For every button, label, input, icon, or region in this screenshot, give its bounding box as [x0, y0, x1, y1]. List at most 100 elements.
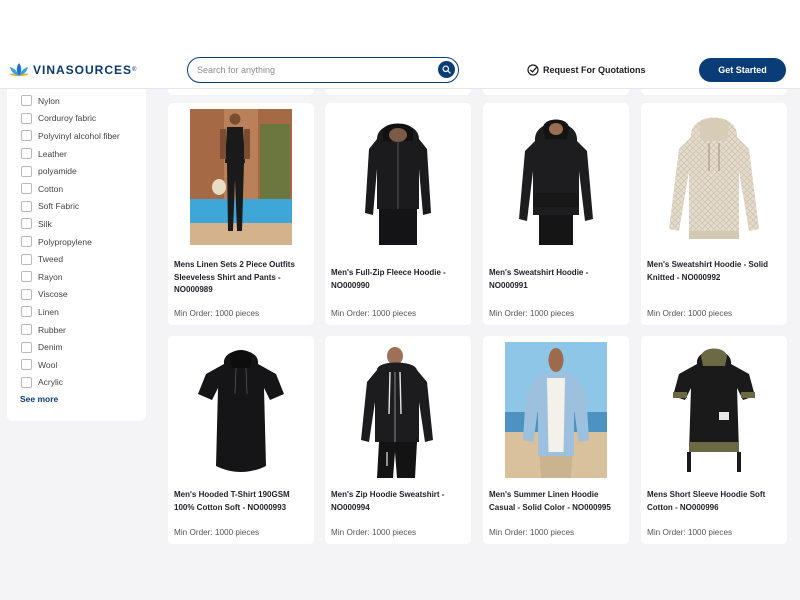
filter-checkbox[interactable] — [21, 253, 32, 265]
previous-card-bottom — [483, 89, 629, 95]
filter-item[interactable]: Rayon — [7, 268, 146, 286]
filter-item[interactable]: Viscose — [7, 286, 146, 304]
product-card[interactable]: Mens Short Sleeve Hoodie Soft Cotton - N… — [641, 336, 787, 544]
search-input[interactable] — [188, 60, 428, 80]
previous-card-bottom — [325, 89, 471, 95]
product-card[interactable]: Men's Hooded T-Shirt 190GSM 100% Cotton … — [168, 336, 314, 544]
search-bar — [187, 57, 459, 83]
filter-checkbox[interactable] — [21, 200, 32, 212]
product-title[interactable]: Men's Hooded T-Shirt 190GSM 100% Cotton … — [174, 489, 310, 514]
filter-item[interactable]: Nylon — [7, 92, 146, 110]
min-order: Min Order: 1000 pieces — [489, 309, 575, 318]
filter-label: Rayon — [38, 271, 63, 282]
filter-checkbox[interactable] — [21, 236, 32, 248]
filter-item[interactable]: Denim — [7, 338, 146, 356]
product-card[interactable]: Mens Linen Sets 2 Piece Outfits Sleevele… — [168, 103, 314, 325]
filter-item[interactable]: Wool — [7, 356, 146, 374]
brand-name: VINASOURCES — [33, 63, 133, 77]
filter-item[interactable]: Tweed — [7, 250, 146, 268]
filter-item[interactable]: Polypropylene — [7, 233, 146, 251]
min-order: Min Order: 1000 pieces — [489, 528, 575, 537]
filter-checkbox[interactable] — [21, 112, 32, 124]
pullover-hoodie-photo — [505, 109, 607, 245]
filter-checkbox[interactable] — [21, 271, 32, 283]
linen-hoodie-photo — [505, 342, 607, 478]
previous-card-bottom — [641, 89, 787, 95]
min-order: Min Order: 1000 pieces — [331, 528, 417, 537]
filter-checkbox[interactable] — [21, 306, 32, 318]
filter-label: Soft Fabric — [38, 201, 80, 212]
lotus-icon — [9, 63, 29, 76]
filter-checkbox[interactable] — [21, 359, 32, 371]
product-card[interactable]: Men's Summer Linen Hoodie Casual - Solid… — [483, 336, 629, 544]
filter-checkbox[interactable] — [21, 165, 32, 177]
product-title[interactable]: Men's Sweatshirt Hoodie - NO000991 — [489, 267, 625, 292]
min-order: Min Order: 1000 pieces — [174, 528, 260, 537]
linen-set-photo — [190, 109, 292, 245]
request-quotations-link[interactable]: Request For Quotations — [527, 64, 646, 76]
filter-label: Silk — [38, 218, 52, 229]
filter-label: Nylon — [38, 95, 60, 106]
filter-label: Cotton — [38, 183, 64, 194]
filter-checkbox[interactable] — [21, 341, 32, 353]
product-title[interactable]: Men's Zip Hoodie Sweatshirt - NO000994 — [331, 489, 467, 514]
filter-item[interactable]: Cotton — [7, 180, 146, 198]
filter-item[interactable]: Acrylic — [7, 374, 146, 392]
min-order: Min Order: 1000 pieces — [647, 309, 733, 318]
filter-item[interactable]: Rubber — [7, 321, 146, 339]
filter-checkbox[interactable] — [21, 148, 32, 160]
product-title[interactable]: Men's Sweatshirt Hoodie - Solid Knitted … — [647, 259, 783, 284]
filter-checkbox[interactable] — [21, 218, 32, 230]
product-title[interactable]: Men's Full-Zip Fleece Hoodie - NO000990 — [331, 267, 467, 292]
filter-label: Corduroy fabric — [38, 113, 97, 124]
filter-item[interactable]: Polyvinyl alcohol fiber — [7, 127, 146, 145]
filter-label: Polypropylene — [38, 236, 92, 247]
top-blank-strip — [0, 0, 800, 52]
previous-card-bottom — [168, 89, 314, 95]
short-sleeve-hoodie-photo — [663, 342, 765, 478]
filter-label: Tweed — [38, 254, 64, 265]
rfq-label: Request For Quotations — [543, 65, 646, 75]
get-started-button[interactable]: Get Started — [699, 58, 786, 82]
filter-checkbox[interactable] — [21, 288, 32, 300]
filter-label: Wool — [38, 359, 58, 370]
filter-checkbox[interactable] — [21, 324, 32, 336]
filter-item[interactable]: polyamide — [7, 162, 146, 180]
hooded-tshirt-photo — [190, 342, 292, 478]
filter-item[interactable]: Corduroy fabric — [7, 110, 146, 128]
material-filter-panel: Nylon Corduroy fabric Polyvinyl alcohol … — [7, 89, 146, 421]
filter-item[interactable]: Linen — [7, 303, 146, 321]
see-more-link[interactable]: See more — [7, 394, 146, 404]
filter-item[interactable]: Leather — [7, 145, 146, 163]
product-card[interactable]: Men's Full-Zip Fleece Hoodie - NO000990 … — [325, 103, 471, 325]
filter-label: Viscose — [38, 289, 68, 300]
zip-hoodie-photo — [347, 109, 449, 245]
product-title[interactable]: Men's Summer Linen Hoodie Casual - Solid… — [489, 489, 625, 514]
filter-label: Rubber — [38, 324, 66, 335]
filter-checkbox[interactable] — [21, 130, 32, 142]
filter-item[interactable]: Soft Fabric — [7, 198, 146, 216]
brand-logo[interactable]: VINASOURCES ® — [8, 62, 136, 78]
min-order: Min Order: 1000 pieces — [331, 309, 417, 318]
quotation-check-icon — [527, 64, 539, 76]
product-card[interactable]: Men's Zip Hoodie Sweatshirt - NO000994 M… — [325, 336, 471, 544]
filter-checkbox[interactable] — [21, 376, 32, 388]
filter-label: polyamide — [38, 166, 77, 177]
site-header: VINASOURCES® Request For Quotations Get … — [0, 52, 800, 89]
product-title[interactable]: Mens Short Sleeve Hoodie Soft Cotton - N… — [647, 489, 783, 514]
min-order: Min Order: 1000 pieces — [174, 309, 260, 318]
filter-label: Denim — [38, 342, 63, 353]
product-card[interactable]: Men's Sweatshirt Hoodie - NO000991 Min O… — [483, 103, 629, 325]
registered-mark: ® — [132, 67, 137, 73]
filter-label: Linen — [38, 306, 59, 317]
product-card[interactable]: Men's Sweatshirt Hoodie - Solid Knitted … — [641, 103, 787, 325]
filter-list: Nylon Corduroy fabric Polyvinyl alcohol … — [7, 89, 146, 391]
zip-sweatshirt-photo — [347, 342, 449, 478]
filter-checkbox[interactable] — [21, 95, 32, 107]
filter-label: Acrylic — [38, 377, 64, 388]
filter-checkbox[interactable] — [21, 183, 32, 195]
filter-item[interactable]: Silk — [7, 215, 146, 233]
filter-label: Polyvinyl alcohol fiber — [38, 130, 120, 141]
search-button[interactable] — [438, 61, 455, 78]
product-title[interactable]: Mens Linen Sets 2 Piece Outfits Sleevele… — [174, 259, 310, 297]
